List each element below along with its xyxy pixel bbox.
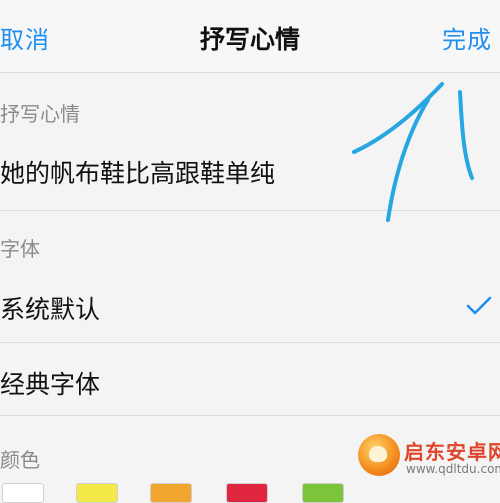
font-section-label: 字体: [0, 237, 40, 261]
mood-text-input[interactable]: 她的帆布鞋比高跟鞋单纯: [0, 154, 275, 190]
watermark-url: www.qdltdu.com: [406, 462, 500, 476]
color-swatch-yellow[interactable]: [76, 483, 118, 503]
done-button[interactable]: 完成: [442, 20, 492, 55]
watermark-logo-icon: [358, 434, 400, 476]
font-option-classic[interactable]: 经典字体: [0, 343, 500, 415]
color-swatch-green[interactable]: [302, 483, 344, 503]
watermark-title: 启东安卓网: [404, 440, 500, 464]
divider: [0, 415, 500, 416]
mood-text-row[interactable]: 她的帆布鞋比高跟鞋单纯: [0, 130, 500, 210]
mood-section-label: 抒写心情: [0, 102, 80, 126]
color-swatch-red[interactable]: [226, 483, 268, 503]
font-option-label: 经典字体: [0, 370, 101, 399]
color-section-label: 颜色: [0, 448, 40, 472]
font-option-label: 系统默认: [0, 295, 101, 324]
navigation-bar: 取消 抒写心情 完成: [0, 0, 500, 73]
divider: [0, 210, 500, 211]
font-option-system-default[interactable]: 系统默认: [0, 268, 500, 342]
watermark: 启东安卓网 www.qdltdu.com: [358, 432, 500, 484]
page-title: 抒写心情: [199, 25, 300, 54]
color-swatch-orange[interactable]: [150, 483, 192, 503]
color-swatch-white[interactable]: [2, 483, 44, 503]
checkmark-icon: [466, 296, 492, 315]
